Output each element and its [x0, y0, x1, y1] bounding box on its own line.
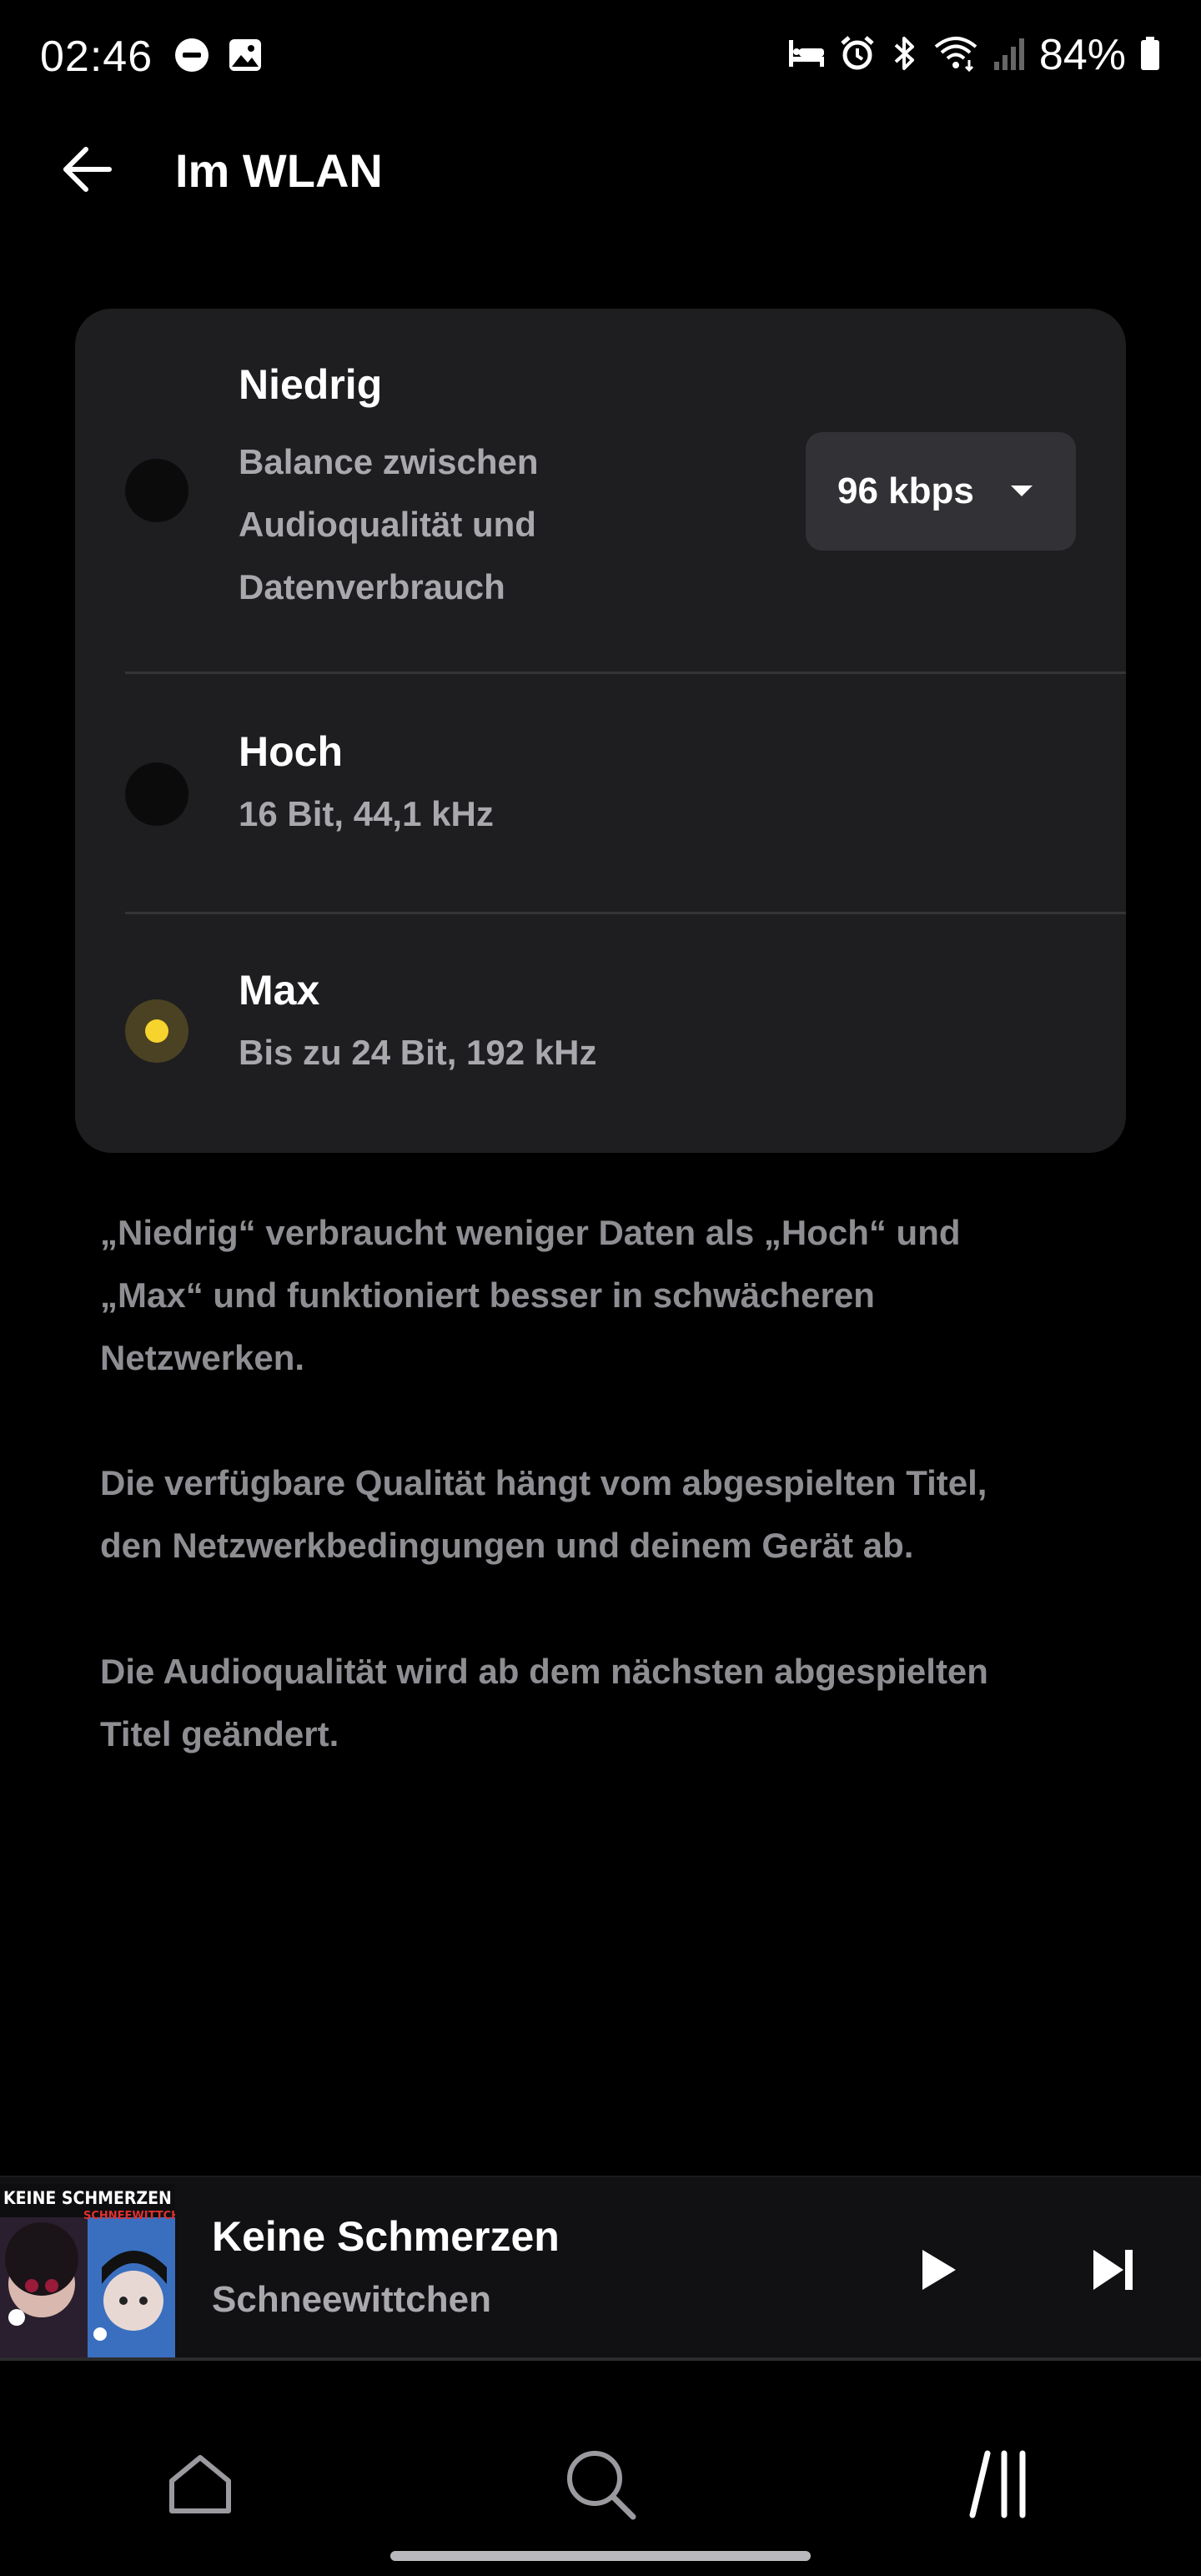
search-icon — [563, 2447, 638, 2526]
info-paragraph-3: Die Audioqualität wird ab dem nächsten a… — [100, 1652, 988, 1753]
wifi-icon — [932, 35, 979, 76]
chevron-down-icon — [1011, 486, 1033, 496]
status-left-icons — [173, 37, 264, 78]
track-artist: Schneewittchen — [212, 2279, 491, 2320]
back-button[interactable] — [50, 142, 125, 200]
play-button[interactable] — [909, 2242, 967, 2301]
info-paragraph-2: Die verfügbare Qualität hängt vom abgesp… — [100, 1463, 987, 1565]
bitrate-dropdown[interactable]: 96 kbps — [806, 432, 1076, 551]
option-niedrig[interactable]: Niedrig Balance zwischen Audioqualität u… — [75, 309, 1126, 672]
option-hoch[interactable]: Hoch 16 Bit, 44,1 kHz — [75, 674, 1126, 913]
status-right: 84% — [787, 30, 1161, 80]
radio-selected-dot — [145, 1019, 168, 1043]
skip-next-icon — [1090, 2246, 1137, 2297]
library-icon — [967, 2447, 1034, 2526]
arrow-left-icon — [61, 144, 114, 199]
dnd-icon — [173, 37, 210, 78]
battery-icon — [1139, 35, 1161, 76]
mini-player[interactable]: KEINE SCHMERZEN SCHNEEWITTCHEN Keine Sch… — [0, 2176, 1201, 2362]
album-art[interactable]: KEINE SCHMERZEN SCHNEEWITTCHEN — [0, 2184, 175, 2359]
page-title: Im WLAN — [175, 144, 383, 197]
bitrate-value: 96 kbps — [837, 470, 974, 511]
alarm-icon — [839, 35, 876, 76]
sleep-icon — [787, 37, 826, 74]
battery-percent: 84% — [1038, 31, 1126, 79]
bottom-navigation — [0, 2361, 1201, 2576]
album-art-subtext: SCHNEEWITTCHEN — [83, 2210, 175, 2222]
home-icon — [165, 2449, 235, 2523]
nav-home[interactable] — [158, 2444, 242, 2528]
option-description: 16 Bit, 44,1 kHz — [239, 794, 494, 833]
album-art-text: KEINE SCHMERZEN — [3, 2188, 172, 2208]
skip-next-button[interactable] — [1084, 2242, 1143, 2301]
option-max[interactable]: Max Bis zu 24 Bit, 192 kHz — [75, 914, 1126, 1153]
track-title: Keine Schmerzen — [212, 2213, 560, 2260]
info-paragraph-1: „Niedrig“ verbraucht weniger Daten als „… — [100, 1213, 961, 1377]
bluetooth-icon — [889, 35, 919, 76]
radio-max[interactable] — [125, 999, 188, 1063]
status-bar: 02:46 84% — [0, 0, 1201, 108]
quality-options-card: Niedrig Balance zwischen Audioqualität u… — [75, 309, 1126, 1153]
nav-library[interactable] — [959, 2444, 1043, 2528]
gesture-handle[interactable] — [390, 2551, 811, 2561]
app-bar: Im WLAN — [0, 125, 1201, 217]
option-title: Hoch — [239, 728, 343, 775]
radio-hoch[interactable] — [125, 762, 188, 826]
image-icon — [227, 37, 264, 78]
option-description: Bis zu 24 Bit, 192 kHz — [239, 1033, 597, 1072]
option-title: Niedrig — [239, 361, 383, 408]
option-description: Balance zwischen Audioqualität und Daten… — [239, 442, 539, 606]
signal-icon — [992, 35, 1026, 76]
nav-search[interactable] — [559, 2444, 642, 2528]
option-title: Max — [239, 967, 320, 1014]
play-icon — [917, 2246, 959, 2297]
radio-niedrig[interactable] — [125, 459, 188, 522]
status-time: 02:46 — [40, 33, 153, 81]
